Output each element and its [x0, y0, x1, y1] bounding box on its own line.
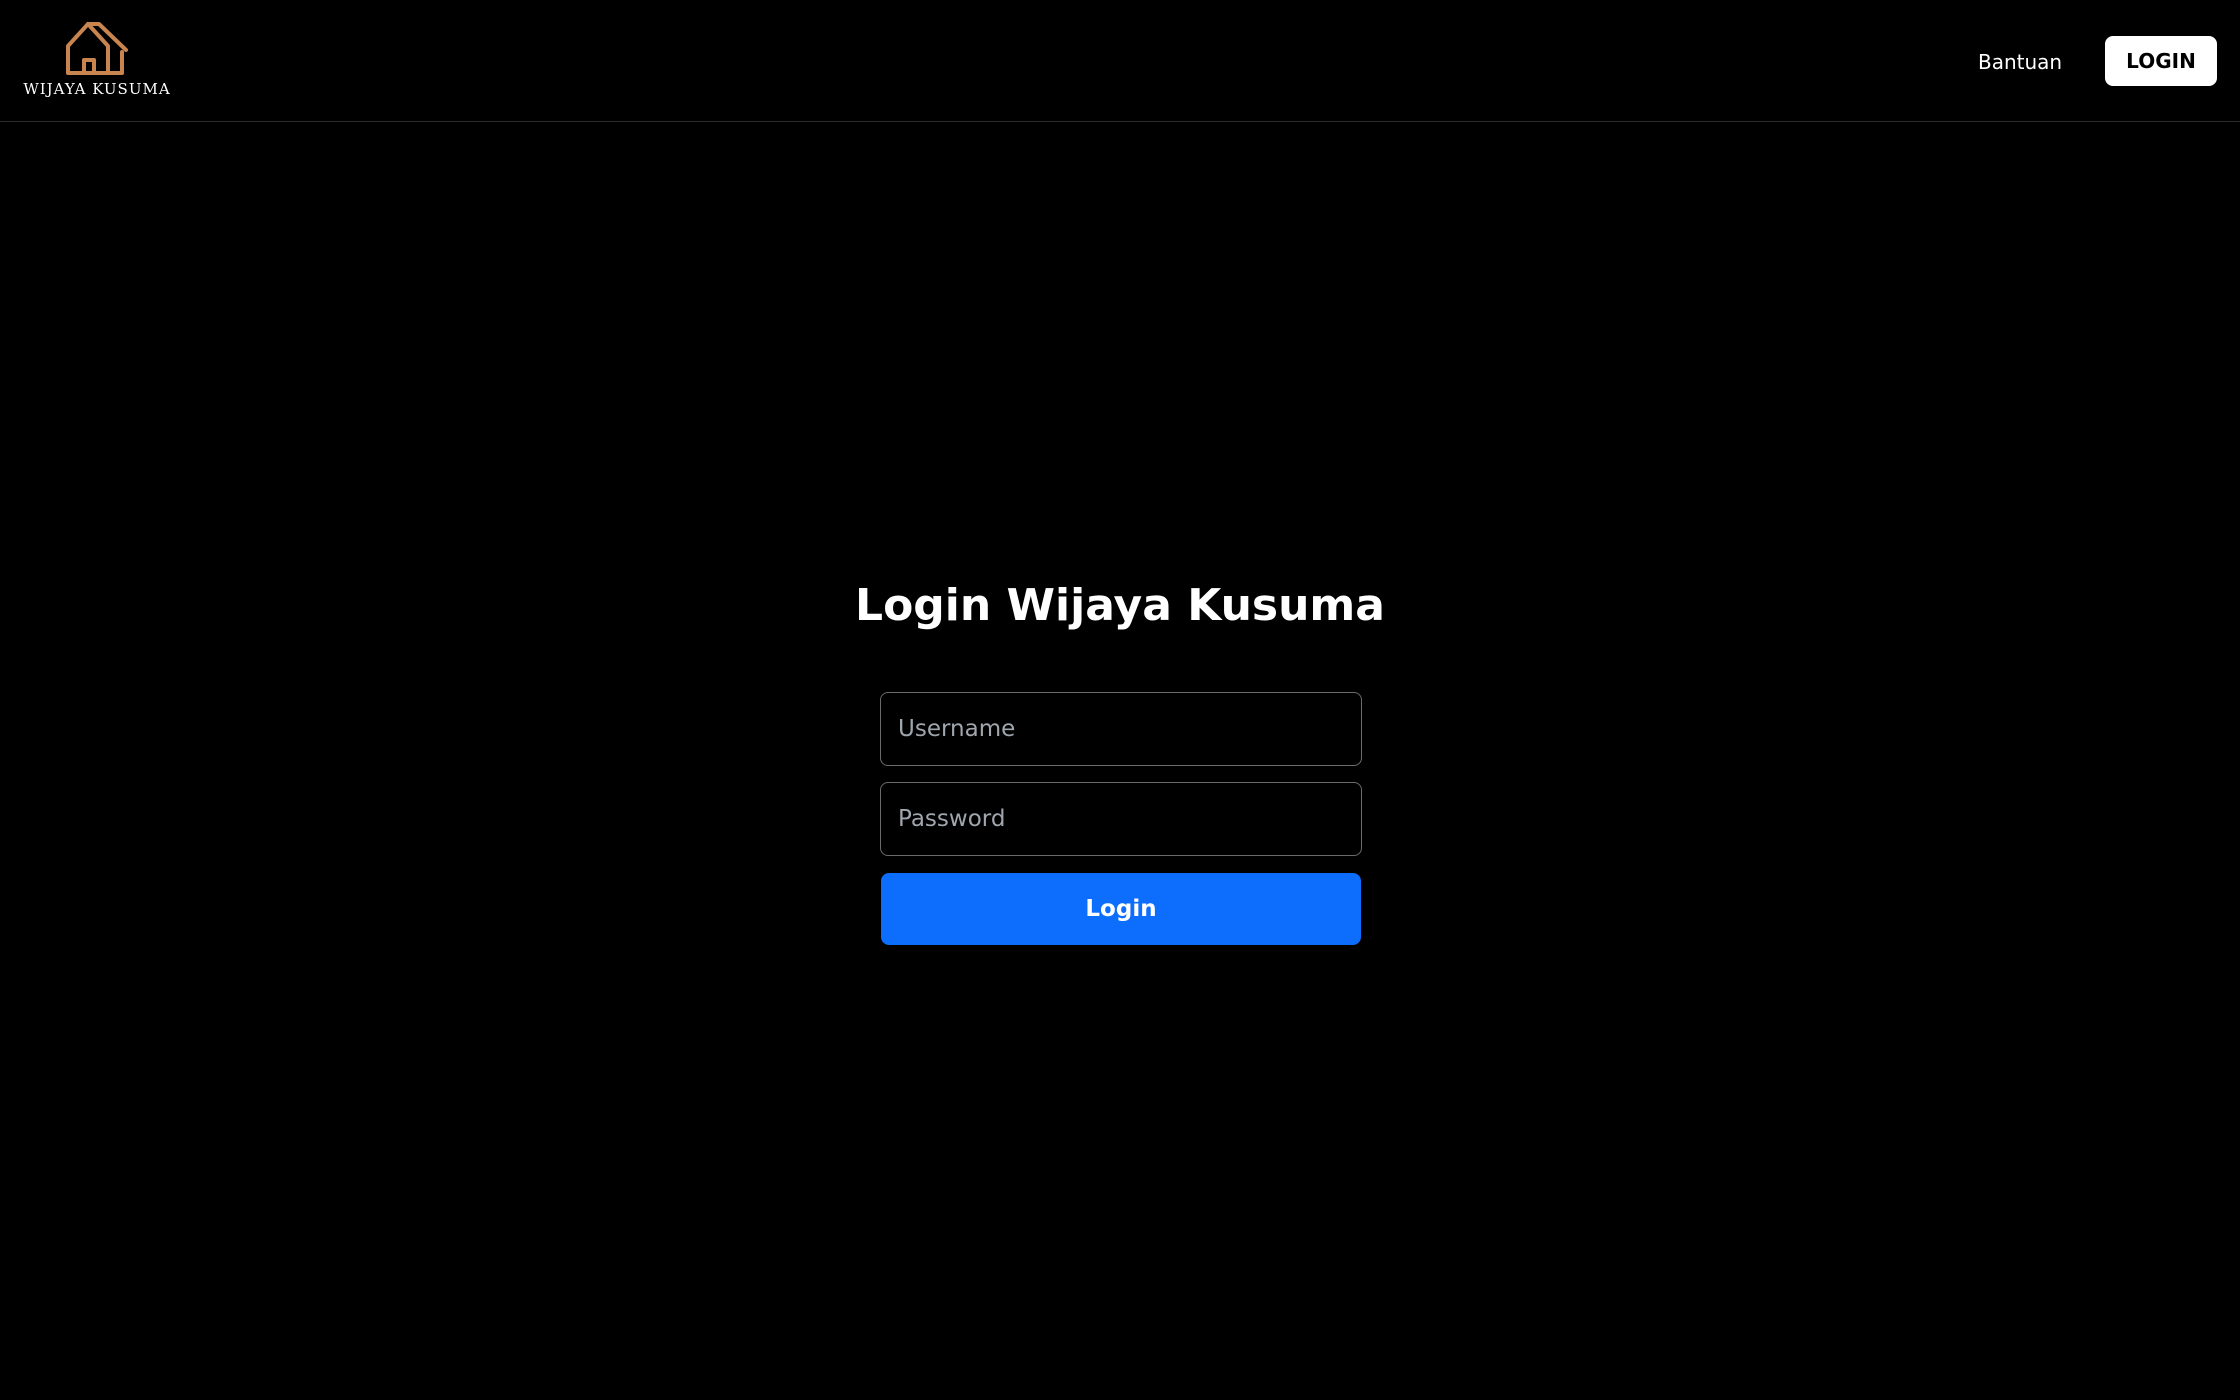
password-input[interactable]: [880, 782, 1362, 856]
username-input[interactable]: [880, 692, 1362, 766]
house-outline-icon: [66, 22, 128, 75]
navbar: WIJAYA KUSUMA Bantuan LOGIN: [0, 0, 2240, 122]
login-submit-button[interactable]: Login: [881, 873, 1361, 945]
help-link[interactable]: Bantuan: [1978, 44, 2062, 80]
brand-name: WIJAYA KUSUMA: [23, 80, 171, 98]
page-title: Login Wijaya Kusuma: [855, 580, 1385, 631]
brand-logo-link[interactable]: WIJAYA KUSUMA: [22, 20, 172, 102]
nav-login-button[interactable]: LOGIN: [2105, 36, 2217, 86]
